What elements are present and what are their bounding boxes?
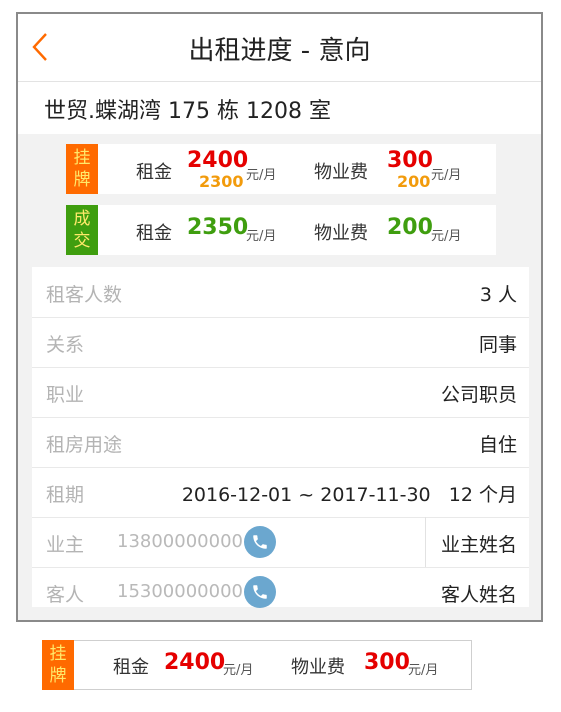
fee-value: 200 <box>387 215 433 240</box>
fee-unit: 元/月 <box>408 663 439 678</box>
tenants-value: 3 人 <box>479 284 517 306</box>
rent-label: 租金 <box>136 223 172 244</box>
fee-unit: 元/月 <box>431 229 462 244</box>
detail-row-term: 租期 2016-12-01 ~ 2017-11-30 12 个月 <box>32 467 529 518</box>
divider <box>425 517 426 567</box>
term-value: 2016-12-01 ~ 2017-11-30 12 个月 <box>181 484 517 506</box>
job-value: 公司职员 <box>440 384 517 406</box>
owner-phone: 13800000000 <box>117 531 243 552</box>
fee-value: 300 <box>387 148 433 173</box>
address-text: 世贸.蝶湖湾 175 栋 1208 室 <box>44 99 331 124</box>
detail-row-tenants: 租客人数 3 人 <box>32 267 529 318</box>
detail-row-job: 职业 公司职员 <box>32 367 529 418</box>
fee-label: 物业费 <box>291 657 345 678</box>
detail-row-purpose: 租房用途 自住 <box>32 417 529 468</box>
fee-label: 物业费 <box>314 223 368 244</box>
listing-price-row-standalone: 挂牌 租金 2400 元/月 物业费 300 元/月 <box>42 640 472 690</box>
detail-row-owner: 业主 13800000000 业主姓名 <box>32 517 529 568</box>
owner-label: 业主 <box>46 534 85 556</box>
owner-name: 业主姓名 <box>440 534 517 556</box>
job-label: 职业 <box>46 384 85 406</box>
page-title: 出租进度 - 意向 <box>188 36 371 66</box>
rent-label: 租金 <box>136 162 172 183</box>
rent-value: 2400 <box>187 148 249 173</box>
fee-value: 300 <box>364 650 410 675</box>
listing-tag: 挂牌 <box>66 144 98 194</box>
rent-previous: 2300 <box>199 172 244 191</box>
phone-icon <box>253 535 267 549</box>
phone-icon <box>253 585 267 599</box>
fee-previous: 200 <box>397 172 431 191</box>
rent-value: 2400 <box>164 650 226 675</box>
title-bar: 出租进度 - 意向 <box>18 14 541 82</box>
deal-tag: 成交 <box>66 205 98 255</box>
listing-tag: 挂牌 <box>42 640 74 690</box>
rent-unit: 元/月 <box>223 663 254 678</box>
fee-unit: 元/月 <box>431 168 462 183</box>
listing-price-row: 挂牌 租金 2400 2300 元/月 物业费 300 200 元/月 <box>66 144 496 194</box>
rental-details: 租客人数 3 人 关系 同事 职业 公司职员 租房用途 自住 租期 2016-1… <box>32 267 529 608</box>
guest-label: 客人 <box>46 584 85 606</box>
term-label: 租期 <box>46 484 85 506</box>
purpose-value: 自住 <box>478 434 517 456</box>
detail-row-guest: 客人 15300000000 客人姓名 <box>32 567 529 617</box>
detail-row-relation: 关系 同事 <box>32 317 529 368</box>
call-owner-button[interactable] <box>244 526 276 558</box>
relation-value: 同事 <box>478 334 517 356</box>
purpose-label: 租房用途 <box>46 434 123 456</box>
phone-frame: 出租进度 - 意向 世贸.蝶湖湾 175 栋 1208 室 挂牌 租金 2400… <box>16 12 543 622</box>
rent-value: 2350 <box>187 215 249 240</box>
property-address: 世贸.蝶湖湾 175 栋 1208 室 <box>18 82 541 134</box>
relation-label: 关系 <box>46 334 85 356</box>
rent-unit: 元/月 <box>246 229 277 244</box>
fee-label: 物业费 <box>314 162 368 183</box>
call-guest-button[interactable] <box>244 576 276 608</box>
rent-label: 租金 <box>113 657 149 678</box>
guest-name: 客人姓名 <box>440 584 517 606</box>
rent-unit: 元/月 <box>246 168 277 183</box>
tenants-label: 租客人数 <box>46 284 123 306</box>
guest-phone: 15300000000 <box>117 581 243 602</box>
deal-price-row: 成交 租金 2350 元/月 物业费 200 元/月 <box>66 205 496 255</box>
